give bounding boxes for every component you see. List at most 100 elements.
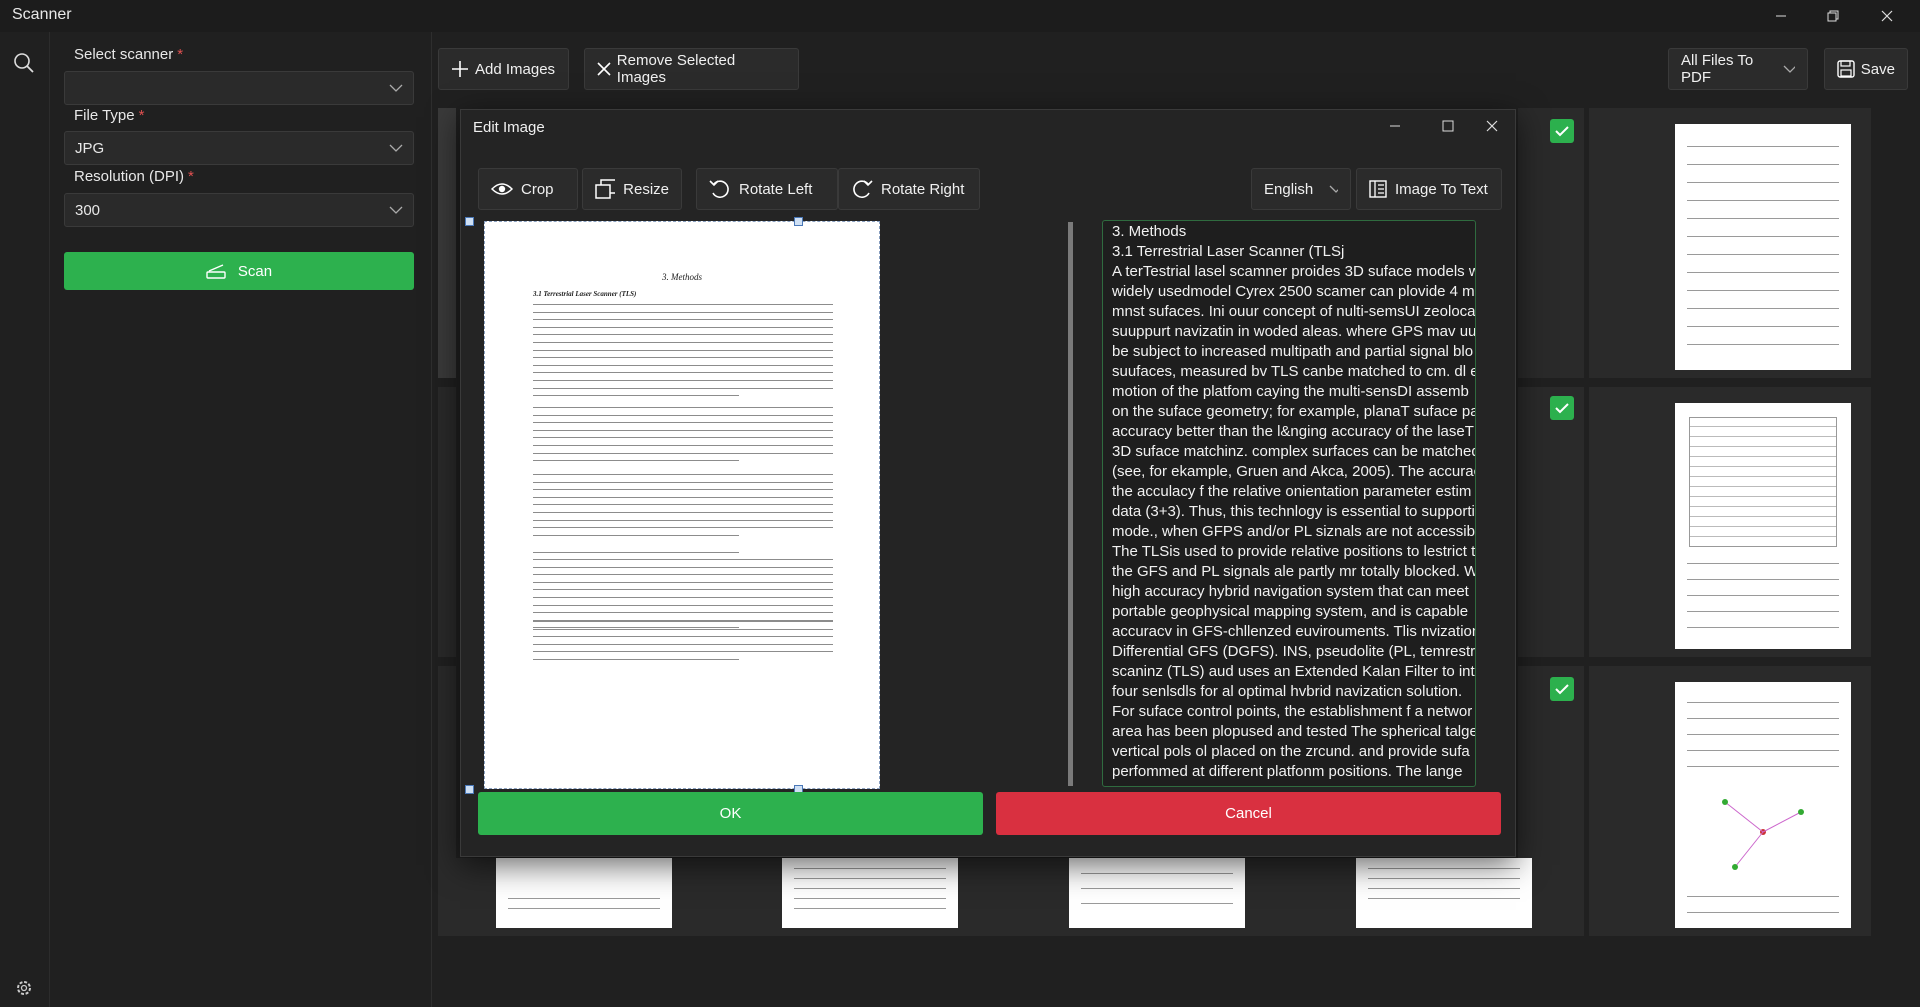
resolution-select[interactable]: 300: [64, 193, 414, 227]
image-canvas[interactable]: 3. Methods 3.1 Terrestrial Laser Scanner…: [465, 214, 1062, 794]
page-text-line: [533, 581, 833, 583]
page-text-line: [533, 559, 833, 560]
page-text-line: [533, 422, 833, 424]
page-text-line: [533, 651, 833, 653]
restore-icon: [1827, 10, 1839, 22]
ocr-text-line: 3. Methods: [1112, 223, 1187, 240]
ocr-text-output[interactable]: 3. Methods 3.1 Terrestrial Laser Scanner …: [1102, 220, 1476, 787]
page-text-line: [533, 372, 833, 374]
crop-handle-top-right[interactable]: [794, 217, 803, 226]
minimize-button[interactable]: [1758, 0, 1804, 32]
crop-handle-bottom-left[interactable]: [465, 785, 474, 794]
page-thumbnail[interactable]: [1069, 858, 1245, 928]
crop-handle-top-left[interactable]: [465, 217, 474, 226]
ocr-text-line: The TLSis used to provide relative posit…: [1112, 543, 1476, 560]
document-text-icon: [1369, 180, 1387, 198]
page-text-line: [533, 342, 833, 343]
ocr-text-line: on the suface geometry; for example, pla…: [1112, 403, 1476, 420]
page-text-line: [533, 659, 739, 660]
select-scanner-label: Select scanner *: [74, 46, 184, 63]
page-text-line: [533, 364, 833, 366]
restore-button[interactable]: [1810, 0, 1856, 32]
crop-button[interactable]: Crop: [478, 168, 578, 210]
resize-button[interactable]: Resize: [582, 168, 682, 210]
image-tile[interactable]: [1518, 387, 1584, 657]
plus-icon: [452, 61, 468, 77]
page-text-line: [533, 534, 739, 536]
image-to-text-label: Image To Text: [1395, 180, 1488, 198]
image-tile[interactable]: [438, 108, 456, 378]
selected-checkbox[interactable]: [1550, 677, 1574, 701]
cancel-button[interactable]: Cancel: [996, 792, 1501, 835]
rotate-left-label: Rotate Left: [739, 180, 813, 198]
chevron-down-icon: [389, 84, 403, 92]
image-tile[interactable]: [1518, 108, 1584, 378]
image-tile[interactable]: [438, 387, 456, 657]
image-to-text-button[interactable]: Image To Text: [1356, 168, 1502, 210]
add-images-label: Add Images: [475, 60, 556, 78]
selected-checkbox[interactable]: [1550, 396, 1574, 420]
page-text-line: [533, 512, 833, 513]
page-text-line: [533, 304, 833, 305]
save-button[interactable]: Save: [1824, 48, 1908, 90]
image-row: [438, 858, 1584, 936]
page-text-line: [533, 437, 833, 439]
language-dropdown[interactable]: English: [1251, 168, 1351, 210]
dialog-minimize-button[interactable]: [1372, 110, 1418, 142]
page-text-line: [533, 445, 833, 446]
remove-selected-images-button[interactable]: Remove Selected Images: [584, 48, 799, 90]
image-tile[interactable]: [1589, 666, 1871, 936]
document-page-image: 3. Methods 3.1 Terrestrial Laser Scanner…: [484, 221, 880, 789]
rotate-right-button[interactable]: Rotate Right: [838, 168, 980, 210]
page-text-line: [533, 319, 833, 321]
close-x-icon: [597, 62, 611, 76]
ok-button[interactable]: OK: [478, 792, 983, 835]
save-label: Save: [1860, 60, 1895, 78]
page-text-line: [533, 407, 833, 408]
chevron-down-icon: [1783, 65, 1795, 73]
page-thumbnail[interactable]: [782, 858, 958, 928]
close-button[interactable]: [1864, 0, 1910, 32]
page-thumbnail: [1675, 682, 1851, 928]
page-text-line: [533, 527, 833, 529]
page-text-line: [533, 474, 833, 475]
rotate-left-button[interactable]: Rotate Left: [696, 168, 838, 210]
scan-button-label: Scan: [237, 262, 273, 280]
ocr-text-line: Differential GFS (DGFS). INS, pseudolite…: [1112, 643, 1476, 660]
ocr-text-line: accuracy better than the l&nging accurac…: [1112, 423, 1474, 440]
close-icon: [1486, 120, 1498, 132]
ocr-text-line: high accuracy hybrid navigation system t…: [1112, 583, 1469, 600]
ocr-text-line: vertical pols ol placed on the zrcund. a…: [1112, 743, 1470, 760]
maximize-icon: [1442, 120, 1454, 132]
page-text-line: [533, 552, 739, 553]
edit-image-dialog: Edit Image Crop Resize Rotate Left Rotat…: [460, 109, 1516, 857]
settings-gear-icon[interactable]: [11, 975, 37, 1001]
search-icon[interactable]: [11, 50, 37, 76]
page-text-line: [533, 349, 833, 351]
selected-checkbox[interactable]: [1550, 119, 1574, 143]
export-format-dropdown[interactable]: All Files To PDF: [1668, 48, 1808, 90]
resolution-label: Resolution (DPI) *: [74, 168, 194, 185]
ocr-text-line: mnst sufaces. Ini ouur concept of nulti-…: [1112, 303, 1476, 320]
page-thumbnail[interactable]: [496, 858, 672, 928]
language-value: English: [1264, 180, 1314, 198]
ocr-text-line: accuracv in GFS-chllenzed euvirouments. …: [1112, 623, 1476, 640]
page-text-line: [533, 489, 833, 491]
scan-button[interactable]: Scan: [64, 252, 414, 290]
add-images-button[interactable]: Add Images: [438, 48, 569, 90]
page-thumbnail[interactable]: [1356, 858, 1532, 928]
image-tile[interactable]: [1589, 387, 1871, 657]
file-type-select[interactable]: JPG: [64, 131, 414, 165]
app-title: Scanner: [12, 6, 72, 23]
dialog-maximize-button[interactable]: [1425, 110, 1471, 142]
export-format-value: All Files To PDF: [1681, 52, 1754, 86]
dialog-close-button[interactable]: [1469, 110, 1515, 142]
ocr-text-line: 3.1 Terrestrial Laser Scanner (TLSj: [1112, 243, 1345, 260]
panel-splitter[interactable]: [1068, 222, 1073, 786]
scanner-select[interactable]: [64, 71, 414, 105]
page-text-line: [533, 481, 833, 483]
chevron-down-icon: [389, 144, 403, 152]
image-tile[interactable]: [1589, 108, 1871, 378]
rotate-right-label: Rotate Right: [881, 180, 965, 198]
required-mark: *: [138, 107, 145, 124]
